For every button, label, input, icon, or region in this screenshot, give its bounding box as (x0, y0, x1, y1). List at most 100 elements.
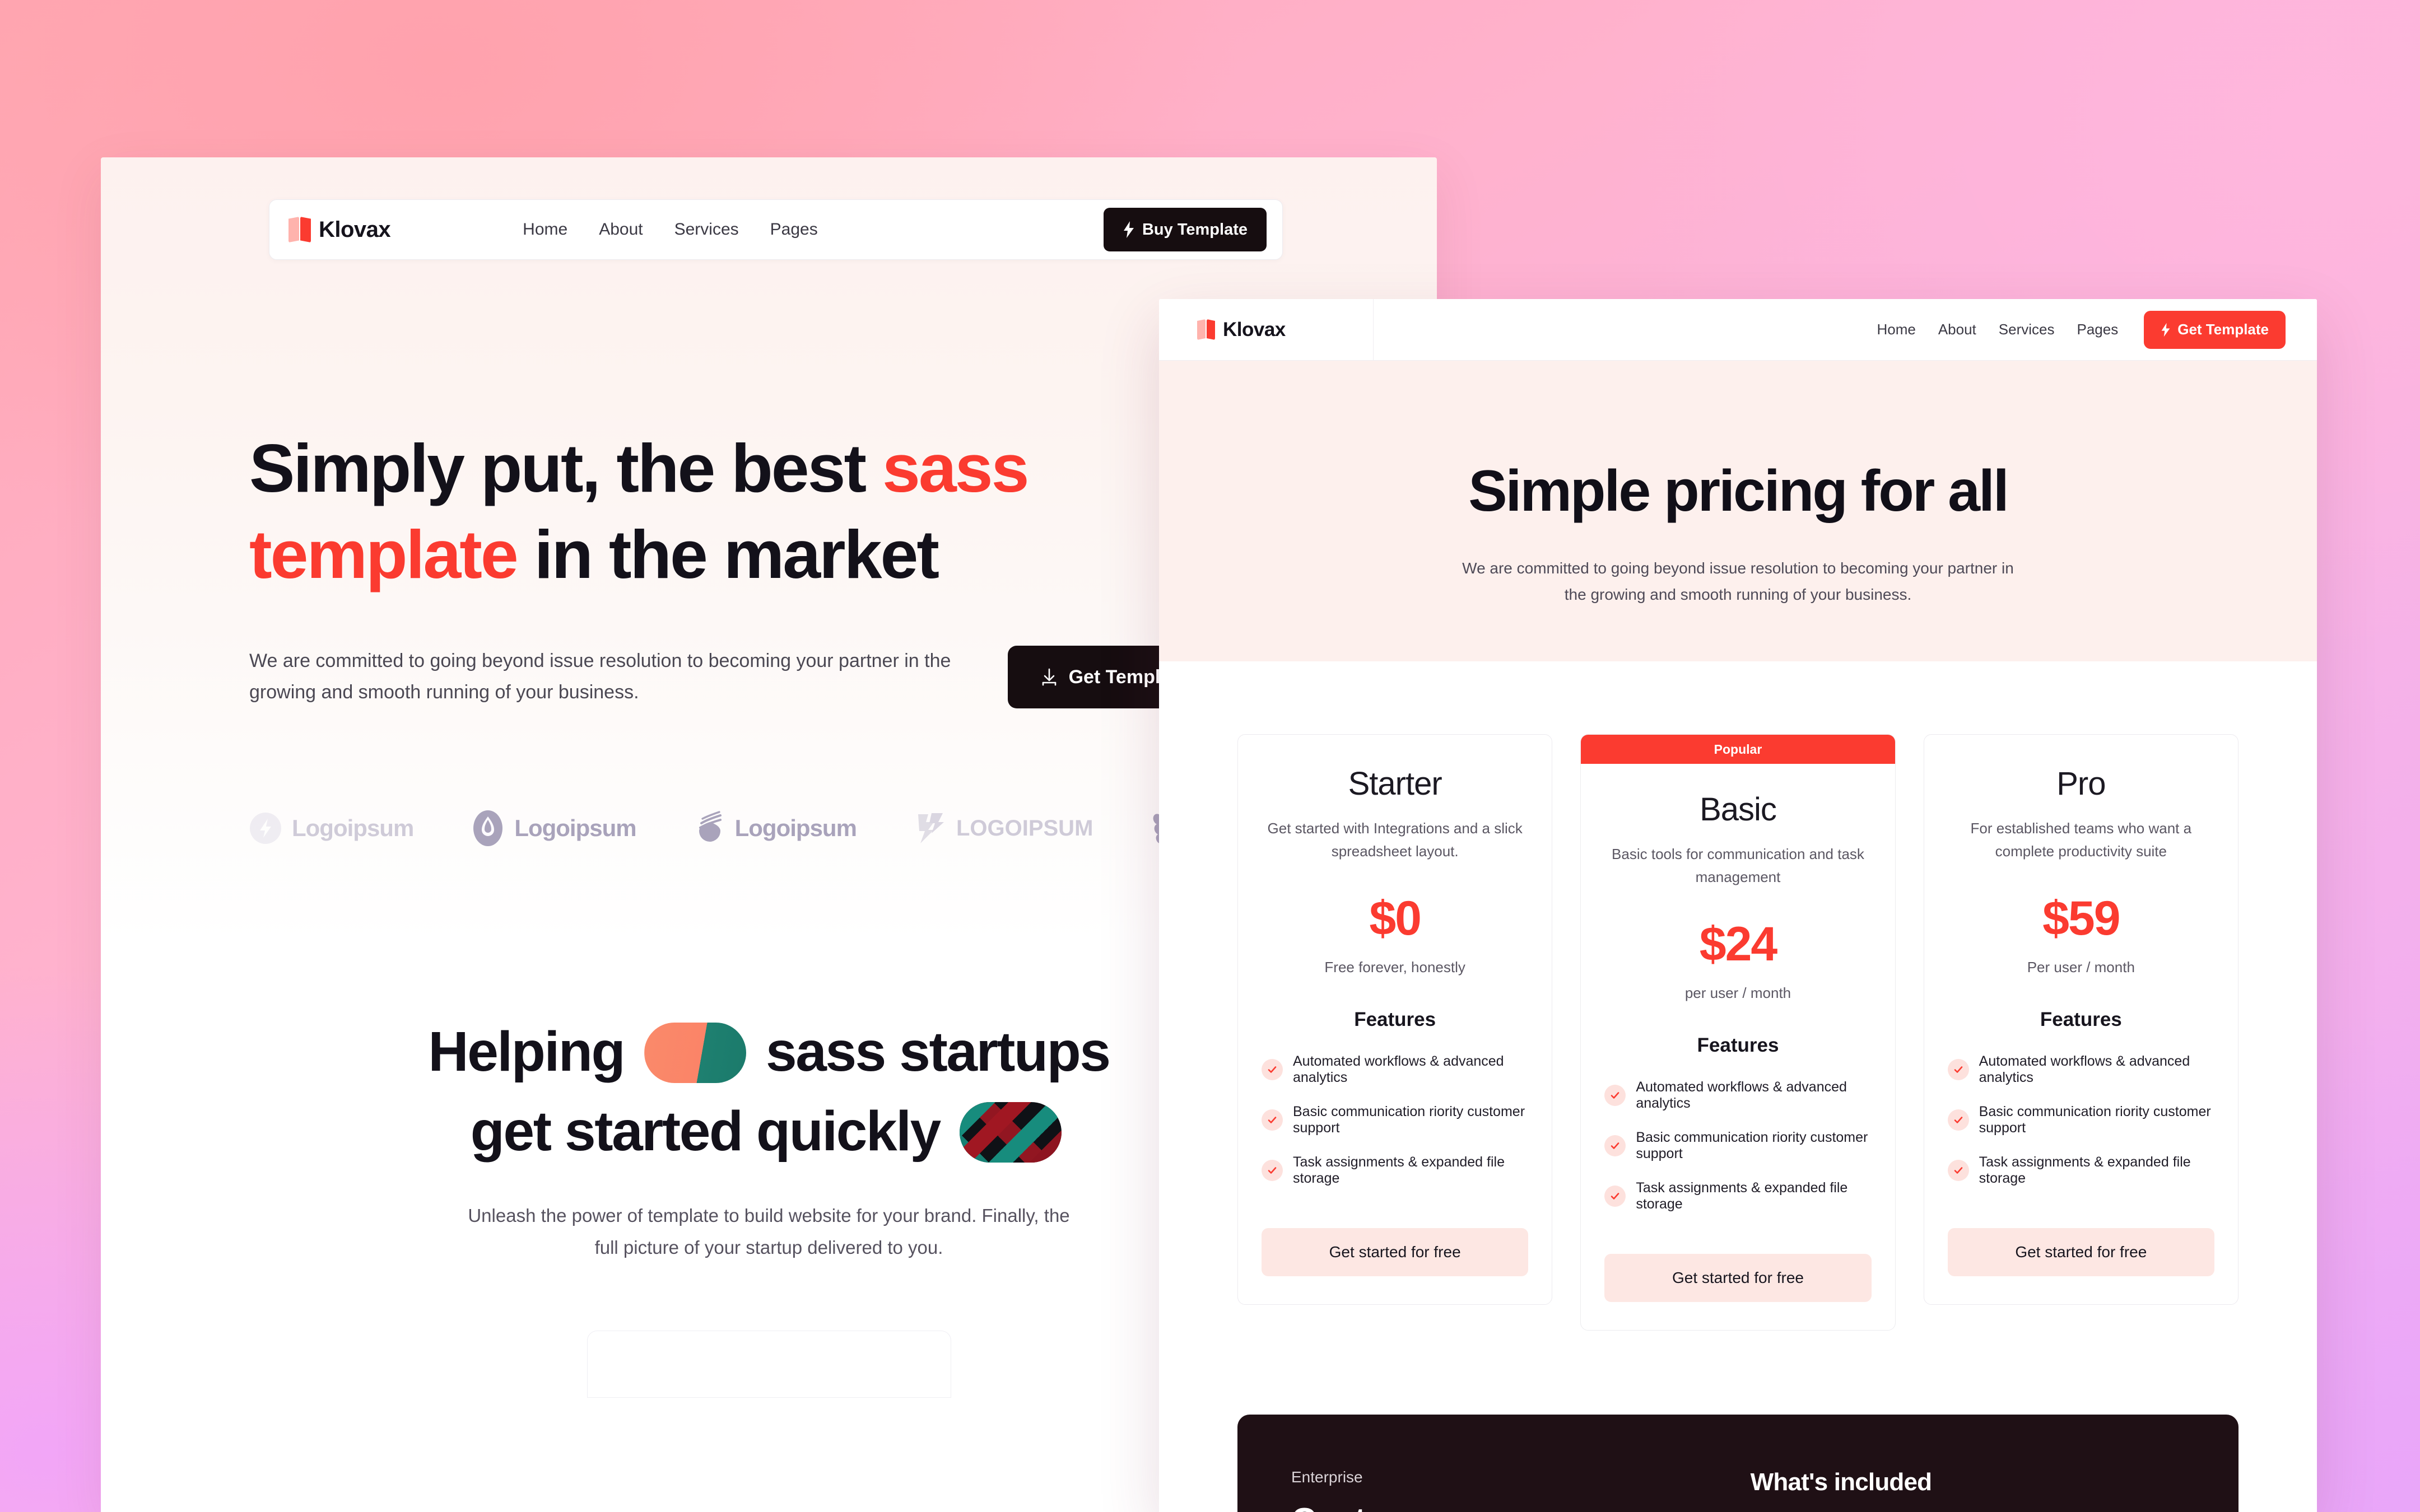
pricing-nav-links: Home About Services Pages (1877, 321, 2118, 338)
popular-badge: Popular (1581, 735, 1895, 764)
hero-navbar: Klovax Home About Services Pages Buy Tem… (269, 199, 1283, 260)
plan-features-title: Features (1697, 1034, 1779, 1057)
pricing-brand-logo[interactable]: Klovax (1159, 299, 1374, 361)
plan-feature-text: Task assignments & expanded file storage (1293, 1154, 1505, 1187)
pricing-plans-row: Starter Get started with Integrations an… (1159, 661, 2317, 1331)
hero-heading: Simply put, the best sass template in the… (249, 426, 1146, 598)
enterprise-right: What's included Unlimited automated work… (1751, 1468, 2185, 1512)
image-pill-dark (960, 1102, 1062, 1163)
plan-card-starter: Starter Get started with Integrations an… (1237, 734, 1553, 1305)
plan-description: For established teams who want a complet… (1970, 820, 2192, 860)
pricing-title: Simple pricing for all (1468, 459, 2009, 524)
plan-features-list: Automated workflows & advanced analytics… (1947, 1053, 2214, 1187)
check-icon (1604, 1085, 1626, 1107)
nav-item-home[interactable]: Home (523, 220, 567, 239)
plan-feature-item: Basic communication riority customer sup… (1947, 1104, 2214, 1136)
plan-feature-text: Automated workflows & advanced analytics (1293, 1053, 1504, 1086)
helping-heading: Helping sass startups get started quickly (246, 1012, 1291, 1171)
waves-shield-logo-icon (699, 811, 722, 842)
pricing-subtitle: We are committed to going beyond issue r… (1462, 559, 2014, 603)
client-logo-2-text: Logoipsum (514, 815, 636, 842)
klovax-logo-icon (288, 217, 311, 242)
pricing-nav-right: Home About Services Pages Get Template (1374, 310, 2317, 349)
plan-feature-text: Task assignments & expanded file storage (1979, 1154, 2191, 1187)
pricing-navbar: Klovax Home About Services Pages Get Tem… (1159, 299, 2317, 361)
check-icon (1604, 1186, 1626, 1207)
plan-price: $24 (1699, 917, 1778, 972)
client-logo-2: Logoipsum (472, 810, 637, 847)
plan-features-title: Features (1354, 1009, 1436, 1031)
check-icon (1604, 1135, 1626, 1157)
plan-inner: Pro For established teams who want a com… (1947, 765, 2214, 1277)
plan-feature-item: Automated workflows & advanced analytics (1262, 1053, 1528, 1086)
enterprise-section: Enterprise Custom For established teams … (1237, 1415, 2238, 1512)
plan-cta-button[interactable]: Get started for free (1262, 1228, 1529, 1277)
plan-feature-item: Automated workflows & advanced analytics (1947, 1053, 2214, 1086)
enterprise-left: Enterprise Custom For established teams … (1291, 1468, 1711, 1512)
client-logo-3-text: Logoipsum (734, 815, 857, 842)
check-icon (1262, 1109, 1283, 1131)
pricing-brand-name: Klovax (1223, 318, 1286, 340)
plan-features-list: Automated workflows & advanced analytics… (1604, 1079, 1871, 1212)
nav-item-services[interactable]: Services (674, 220, 739, 239)
pricing-hero: Simple pricing for all We are committed … (1159, 361, 2317, 662)
hero-nav-wrapper: Klovax Home About Services Pages Buy Tem… (101, 157, 1437, 260)
plan-cta-button[interactable]: Get started for free (1604, 1254, 1872, 1303)
check-icon (1947, 1160, 1969, 1182)
client-logo-4-text: LOGOIPSUM (956, 815, 1093, 841)
check-icon (1262, 1160, 1283, 1182)
lightning-bolt-icon (2161, 323, 2170, 337)
plan-feature-text: Basic communication riority customer sup… (1636, 1130, 1868, 1162)
client-logo-1-text: Logoipsum (292, 815, 414, 842)
plan-inner: Basic Basic tools for communication and … (1604, 764, 1872, 1303)
plan-feature-item: Task assignments & expanded file storage (1262, 1154, 1528, 1187)
nav-item-pages[interactable]: Pages (770, 220, 818, 239)
enterprise-title: Custom (1291, 1501, 1711, 1512)
image-pill-coral (644, 1023, 746, 1084)
brand-logo[interactable]: Klovax (288, 217, 391, 242)
plan-name: Starter (1348, 766, 1442, 802)
pricing-nav-item-pages[interactable]: Pages (2077, 321, 2118, 338)
pricing-nav-item-home[interactable]: Home (1877, 321, 1915, 338)
plan-feature-item: Basic communication riority customer sup… (1262, 1104, 1528, 1136)
enterprise-included-title: What's included (1750, 1468, 1932, 1496)
plan-feature-item: Task assignments & expanded file storage (1947, 1154, 2214, 1187)
plan-name: Pro (2056, 766, 2106, 802)
plan-card-basic: Popular Basic Basic tools for communicat… (1580, 734, 1896, 1331)
plan-price: $0 (1369, 892, 1422, 946)
check-icon (1947, 1059, 1969, 1081)
hero-subtext: We are committed to going beyond issue r… (249, 650, 951, 703)
buy-template-label: Buy Template (1142, 220, 1248, 239)
abstract-bird-logo-icon (918, 813, 944, 844)
helping-part1: Helping (428, 1020, 639, 1084)
klovax-logo-icon (1197, 319, 1215, 340)
helping-part2: sass startups (751, 1020, 1111, 1084)
plan-period: per user / month (1684, 984, 1791, 1002)
plan-description: Basic tools for communication and task m… (1612, 846, 1864, 886)
plan-cta-button[interactable]: Get started for free (1947, 1228, 2214, 1277)
hero-heading-accent1: sass (882, 430, 1029, 506)
plan-period: Per user / month (2027, 959, 2135, 976)
bolt-circle-logo-icon (250, 813, 281, 844)
plan-feature-text: Automated workflows & advanced analytics (1979, 1053, 2190, 1086)
droplet-circle-logo-icon (473, 810, 503, 847)
plan-feature-item: Task assignments & expanded file storage (1604, 1180, 1871, 1212)
plan-feature-text: Task assignments & expanded file storage (1636, 1180, 1848, 1212)
hero-nav-links: Home About Services Pages (523, 220, 818, 239)
get-template-button[interactable]: Get Template (2144, 310, 2286, 349)
pricing-nav-item-about[interactable]: About (1938, 321, 1976, 338)
pricing-nav-item-services[interactable]: Services (1999, 321, 2055, 338)
plan-feature-text: Basic communication riority customer sup… (1979, 1104, 2211, 1136)
plan-inner: Starter Get started with Integrations an… (1262, 765, 1529, 1277)
nav-item-about[interactable]: About (599, 220, 643, 239)
plan-period: Free forever, honestly (1324, 959, 1465, 976)
plan-features-title: Features (2040, 1009, 2122, 1031)
hero-heading-part1: Simply put, the best (249, 430, 883, 506)
buy-template-button[interactable]: Buy Template (1103, 208, 1267, 251)
client-logo-3: Logoipsum (695, 810, 857, 847)
pricing-page-card: Klovax Home About Services Pages Get Tem… (1159, 299, 2317, 1512)
helping-part3: get started quickly (470, 1100, 955, 1163)
partial-card-below (587, 1330, 951, 1398)
plan-feature-text: Basic communication riority customer sup… (1293, 1104, 1525, 1136)
download-icon (1042, 669, 1056, 686)
